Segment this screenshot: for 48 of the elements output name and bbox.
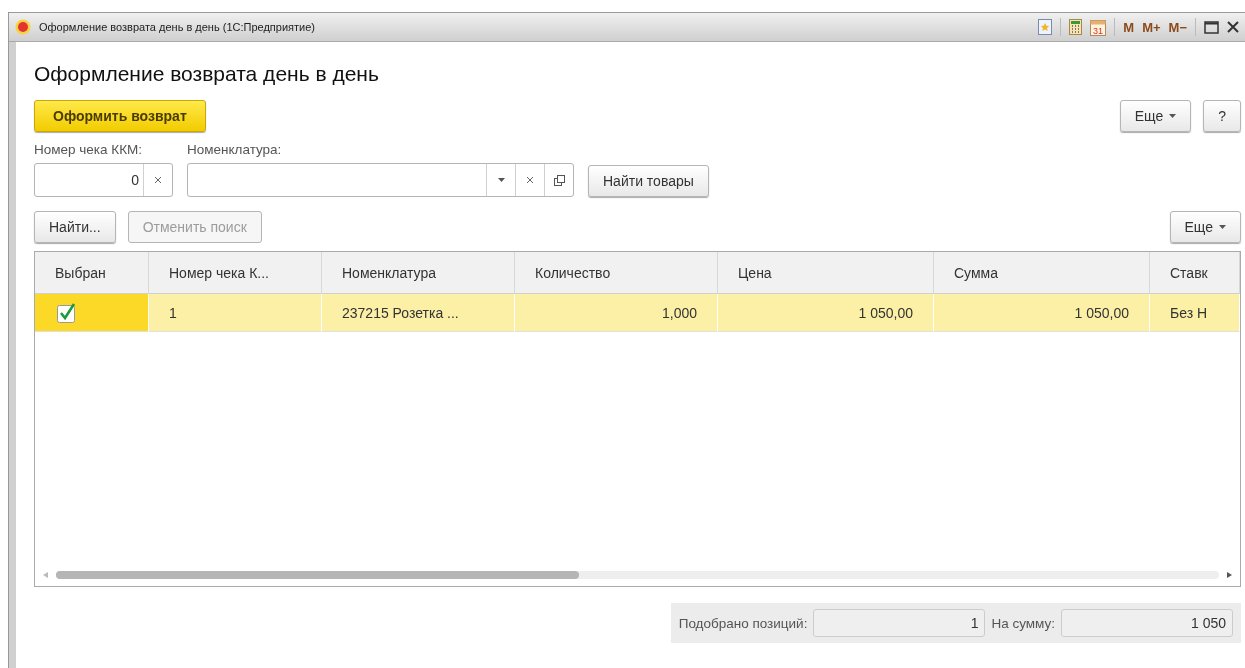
checkbox[interactable] (57, 302, 77, 323)
return-button[interactable]: Оформить возврат (34, 100, 206, 132)
positions-field: 1 (813, 609, 986, 637)
clear-icon[interactable] (526, 176, 534, 184)
scroll-right-icon[interactable] (1227, 572, 1232, 578)
app-logo-icon (15, 19, 31, 35)
table-cell: 237215 Розетка ... (322, 294, 515, 332)
form-title: Оформление возврата день в день (34, 62, 380, 86)
favorite-icon[interactable] (1038, 19, 1053, 35)
table-cell: 1 (149, 294, 322, 332)
search-button[interactable]: Найти... (34, 211, 116, 243)
memory-button[interactable]: M (1123, 19, 1135, 35)
column-header[interactable]: Цена (718, 252, 934, 294)
calendar-icon[interactable]: 31 (1090, 18, 1107, 36)
field-label: Номенклатура: (187, 142, 283, 157)
sum-label: На сумму: (991, 615, 1055, 631)
clear-icon[interactable] (154, 176, 162, 184)
column-header[interactable]: Номер чека К... (149, 252, 322, 294)
receipt-number-field[interactable]: 0 (34, 163, 173, 197)
column-header[interactable]: Ставк (1150, 252, 1240, 294)
more-button[interactable]: Еще (1169, 211, 1241, 243)
column-header[interactable]: Выбран (35, 252, 149, 294)
memory-button[interactable]: M+ (1142, 19, 1161, 35)
table-cell: Без Н (1150, 294, 1240, 332)
more-button[interactable]: Еще (1119, 100, 1192, 132)
find-goods-button[interactable]: Найти товары (588, 165, 709, 197)
close-icon[interactable] (1227, 21, 1239, 33)
sum-field: 1 050 (1061, 609, 1233, 637)
open-form-icon[interactable] (553, 174, 565, 186)
column-header[interactable]: Сумма (934, 252, 1150, 294)
window-title: Оформление возврата день в день (1С:Предприятие) (39, 21, 316, 33)
positions-label: Подобрано позиций: (678, 615, 808, 631)
item-field[interactable] (187, 163, 574, 197)
column-header[interactable]: Количество (515, 252, 718, 294)
caret-icon (1169, 114, 1177, 118)
calculator-icon[interactable] (1069, 19, 1083, 35)
help-button[interactable]: ? (1203, 100, 1241, 132)
table-cell: 1 050,00 (718, 294, 934, 332)
scrollbar-thumb[interactable] (56, 571, 580, 579)
column-header[interactable]: Номенклатура (322, 252, 515, 294)
field-value: 0 (131, 172, 139, 188)
dropdown-icon[interactable] (497, 178, 505, 182)
table-cell: 1 050,00 (934, 294, 1150, 332)
field-label: Номер чека ККМ: (34, 142, 144, 157)
memory-button[interactable]: M− (1168, 19, 1187, 35)
table-cell: 1,000 (515, 294, 718, 332)
maximize-icon[interactable] (1204, 20, 1219, 34)
caret-icon (1219, 225, 1226, 229)
